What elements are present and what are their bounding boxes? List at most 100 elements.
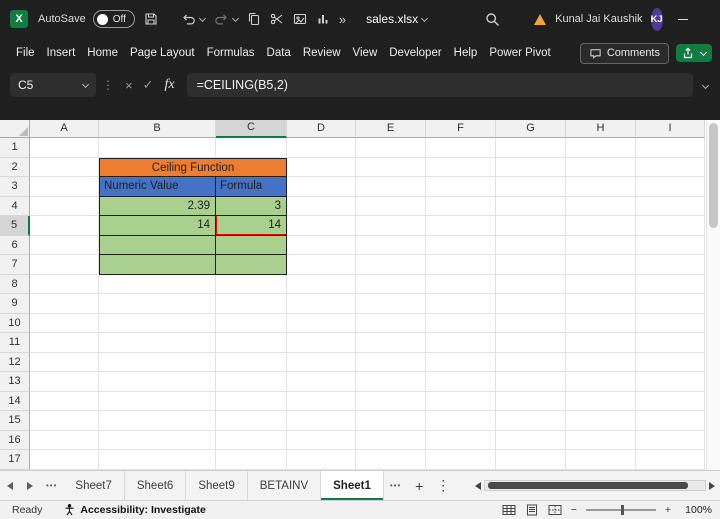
row-header-4[interactable]: 4 (0, 196, 30, 217)
cell-D11[interactable] (287, 333, 356, 353)
zoom-slider-knob[interactable] (620, 505, 624, 515)
accessibility-checker[interactable]: Accessibility: Investigate (64, 504, 206, 516)
cell-A12[interactable] (30, 352, 99, 373)
cell-A3[interactable] (30, 177, 99, 197)
cell-F13[interactable] (426, 372, 496, 392)
cell-G11[interactable] (496, 333, 566, 353)
cell-E6[interactable] (356, 235, 426, 256)
cell-D8[interactable] (287, 274, 356, 295)
cell-I1[interactable] (636, 138, 705, 158)
cell-H9[interactable] (566, 294, 636, 314)
row-header-2[interactable]: 2 (0, 157, 30, 178)
cell-C16[interactable] (216, 430, 287, 451)
cell-E15[interactable] (356, 411, 426, 431)
cell-A5[interactable] (30, 216, 99, 236)
cell-F2[interactable] (426, 157, 496, 178)
tab-developer[interactable]: Developer (383, 43, 447, 63)
cell-I17[interactable] (636, 450, 705, 470)
cell-A9[interactable] (30, 294, 99, 314)
cell-D12[interactable] (287, 352, 356, 373)
tab-formulas[interactable]: Formulas (201, 43, 261, 63)
cell-F8[interactable] (426, 274, 496, 295)
cell-C17[interactable] (216, 450, 287, 470)
cell-H1[interactable] (566, 138, 636, 158)
cell-C9[interactable] (216, 294, 287, 314)
cell-F14[interactable] (426, 391, 496, 412)
cell-F3[interactable] (426, 177, 496, 197)
tab-view[interactable]: View (347, 43, 384, 63)
column-header-A[interactable]: A (30, 120, 99, 138)
cell-E16[interactable] (356, 430, 426, 451)
cell-D16[interactable] (287, 430, 356, 451)
cell-E11[interactable] (356, 333, 426, 353)
row-header-13[interactable]: 13 (0, 372, 30, 392)
scroll-right-icon[interactable] (709, 481, 715, 490)
cell-B17[interactable] (99, 450, 216, 470)
share-button[interactable] (676, 44, 712, 62)
cell-B6[interactable] (99, 235, 216, 256)
cell-D4[interactable] (287, 196, 356, 217)
cell-F6[interactable] (426, 235, 496, 256)
cell-C5[interactable]: 14 (216, 216, 287, 236)
cell-G1[interactable] (496, 138, 566, 158)
cell-I8[interactable] (636, 274, 705, 295)
cell-G12[interactable] (496, 352, 566, 373)
row-header-12[interactable]: 12 (0, 352, 30, 373)
cell-A11[interactable] (30, 333, 99, 353)
cell-H2[interactable] (566, 157, 636, 178)
cell-D7[interactable] (287, 255, 356, 275)
cell-E12[interactable] (356, 352, 426, 373)
cell-A7[interactable] (30, 255, 99, 275)
cell-F5[interactable] (426, 216, 496, 236)
cell-H8[interactable] (566, 274, 636, 295)
cell-E5[interactable] (356, 216, 426, 236)
sheet-nav-next-icon[interactable] (20, 471, 40, 500)
cell-G16[interactable] (496, 430, 566, 451)
cell-H5[interactable] (566, 216, 636, 236)
row-header-10[interactable]: 10 (0, 313, 30, 334)
cell-B8[interactable] (99, 274, 216, 295)
cell-H12[interactable] (566, 352, 636, 373)
minimize-button[interactable] (663, 0, 704, 38)
cell-H3[interactable] (566, 177, 636, 197)
cell-I10[interactable] (636, 313, 705, 334)
zoom-in-icon[interactable]: + (665, 504, 671, 516)
row-header-5[interactable]: 5 (0, 216, 30, 236)
avatar[interactable]: KJ (650, 7, 663, 31)
cell-F11[interactable] (426, 333, 496, 353)
cell-D10[interactable] (287, 313, 356, 334)
cell-D6[interactable] (287, 235, 356, 256)
scroll-left-icon[interactable] (475, 481, 481, 490)
cell-E3[interactable] (356, 177, 426, 197)
cell-B4[interactable]: 2.39 (99, 196, 216, 217)
cell-B3[interactable]: Numeric Value (99, 177, 216, 197)
cell-A1[interactable] (30, 138, 99, 158)
row-header-1[interactable]: 1 (0, 138, 30, 158)
cell-C13[interactable] (216, 372, 287, 392)
cell-H11[interactable] (566, 333, 636, 353)
cell-D9[interactable] (287, 294, 356, 314)
cell-G7[interactable] (496, 255, 566, 275)
page-layout-view-icon[interactable] (525, 504, 539, 516)
sheet-tab-sheet7[interactable]: Sheet7 (63, 471, 125, 500)
cell-E4[interactable] (356, 196, 426, 217)
cell-I14[interactable] (636, 391, 705, 412)
cell-G8[interactable] (496, 274, 566, 295)
cell-C14[interactable] (216, 391, 287, 412)
tab-data[interactable]: Data (261, 43, 297, 63)
cell-I6[interactable] (636, 235, 705, 256)
cell-D3[interactable] (287, 177, 356, 197)
cell-I13[interactable] (636, 372, 705, 392)
cell-I3[interactable] (636, 177, 705, 197)
cell-B11[interactable] (99, 333, 216, 353)
cell-E1[interactable] (356, 138, 426, 158)
cell-D2[interactable] (287, 157, 356, 178)
cell-D17[interactable] (287, 450, 356, 470)
comments-button[interactable]: Comments (579, 42, 669, 64)
select-all-corner[interactable] (0, 120, 30, 138)
cell-B12[interactable] (99, 352, 216, 373)
cell-I16[interactable] (636, 430, 705, 451)
cell-G3[interactable] (496, 177, 566, 197)
undo-icon[interactable] (181, 13, 206, 26)
column-header-D[interactable]: D (287, 120, 356, 138)
